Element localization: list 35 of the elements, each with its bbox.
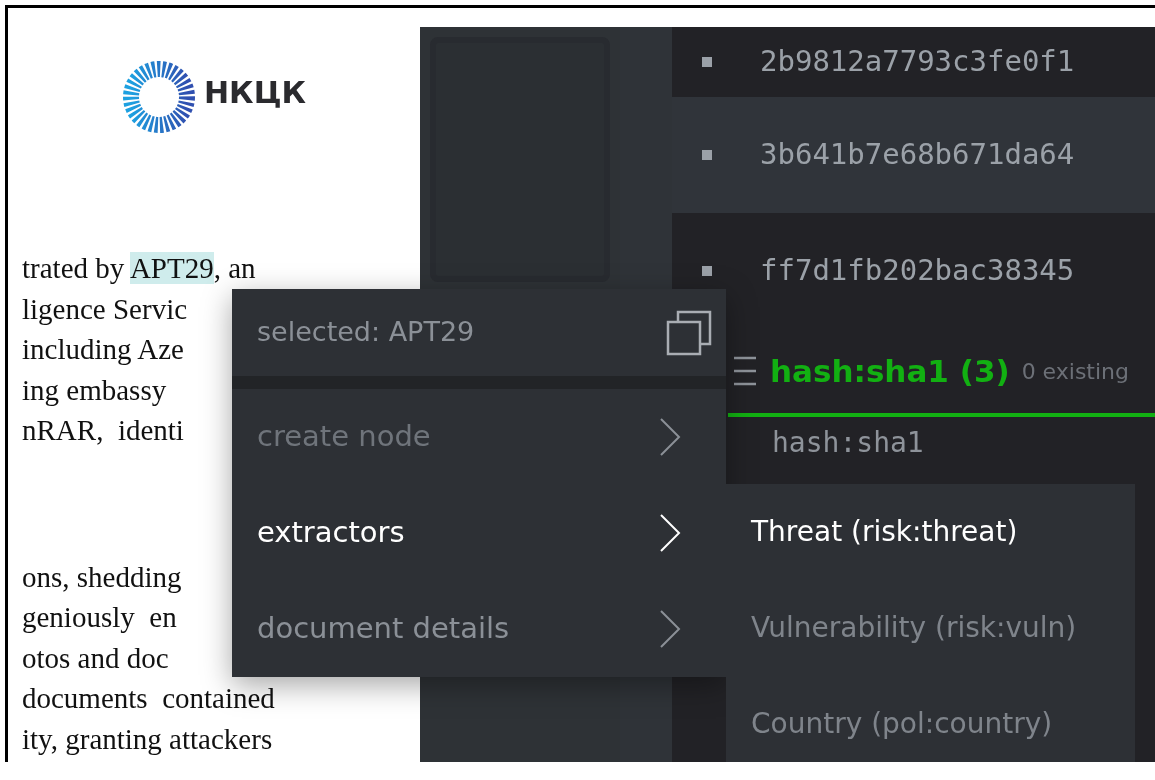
menu-icon[interactable] [732,354,758,388]
hash-value: ff7d1fb202bac38345 [760,252,1075,290]
hash-row[interactable]: 2b9812a7793c3fe0f1 [672,27,1155,97]
document-text-line: ligence Servic [22,291,188,327]
document-text-line: trated by APT29, an [22,251,256,286]
logo-text: НКЦК [204,78,306,108]
hash-row[interactable]: 3b641b7e68b671da64 [672,97,1155,213]
hash-value: 2b9812a7793c3fe0f1 [760,43,1075,81]
document-text-line: geniously en [22,600,177,635]
chevron-right-icon [659,513,681,553]
chevron-right-icon [659,417,681,457]
chevron-right-icon [659,609,681,649]
section-title: hash:sha1 (3) [770,351,1010,391]
document-text-line: otos and doc [22,640,169,676]
menu-item[interactable]: extractors [232,485,726,581]
document-text-line: nRAR, identi [22,413,184,448]
column-header: hash:sha1 [771,425,925,461]
submenu-item[interactable]: Vulnerability (risk:vuln) [726,580,1135,676]
document-text-line: documents contained [22,681,275,716]
hash-value: 3b641b7e68b671da64 [760,136,1075,174]
bullet-icon [702,266,712,276]
bullet-icon [702,150,712,160]
hash-row[interactable]: ff7d1fb202bac38345 [672,213,1155,329]
logo-ring-icon [122,60,196,134]
existing-count: 0 existing [1021,357,1129,386]
submenu-item[interactable]: Threat (risk:threat) [726,484,1135,580]
copy-icon[interactable] [666,309,712,356]
menu-item[interactable]: document details [232,581,726,677]
bullet-icon [702,57,712,67]
selection-label: selected: APT29 [257,315,475,350]
document-text-line: ons, shedding [22,559,182,595]
submenu-item[interactable]: Country (pol:country) [726,676,1135,772]
document-text-line: including Aze [22,332,184,367]
document-text-line: ity, granting attackers [22,721,273,757]
document-text-line: ing embassy [22,372,167,408]
